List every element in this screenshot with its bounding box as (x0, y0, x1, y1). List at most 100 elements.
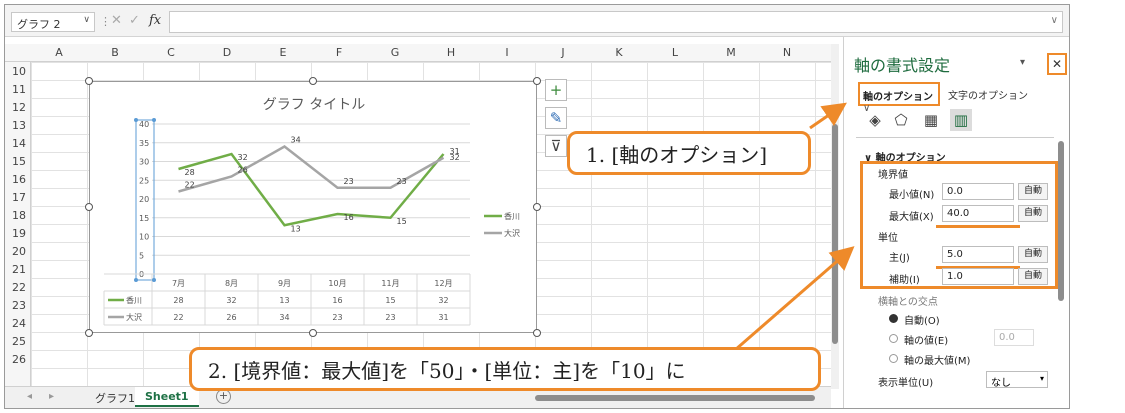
row-header[interactable]: 24 (5, 317, 29, 330)
callout-step2: 2. [境界値：最大値]を「50」・[単位：主]を「10」に (189, 347, 821, 391)
row-header[interactable]: 15 (5, 155, 29, 168)
separator-icon: ⋮ (100, 15, 111, 28)
expand-formula-icon[interactable]: ∨ (1051, 15, 1058, 26)
max-input[interactable]: 40.0 (942, 205, 1014, 222)
fill-line-icon[interactable]: ◈ (864, 109, 886, 131)
column-header[interactable]: C (143, 46, 199, 59)
enter-icon[interactable]: ✓ (129, 13, 140, 28)
row-header[interactable]: 23 (5, 299, 29, 312)
column-header[interactable]: N (759, 46, 815, 59)
pane-scroll-thumb[interactable] (1058, 141, 1064, 301)
row-header[interactable]: 13 (5, 119, 29, 132)
chart-filters-button[interactable]: ⊽ (545, 135, 567, 157)
chart-plot[interactable]: 05101520253035407月8月9月10月11月12月香川2832131… (90, 82, 538, 334)
row-header[interactable]: 20 (5, 245, 29, 258)
insert-function-icon[interactable]: fx (149, 13, 161, 28)
resize-handle[interactable] (85, 329, 93, 337)
data-label: 13 (291, 224, 301, 233)
format-axis-pane: 軸の書式設定 ▾ ✕ 軸のオプション ∨ 文字のオプション ◈ ⬠ ▦ ▥ ∨ … (843, 37, 1069, 408)
tab-axis-options[interactable]: 軸のオプション ∨ (858, 82, 940, 114)
column-header[interactable]: J (535, 46, 591, 59)
column-header[interactable]: E (255, 46, 311, 59)
table-cell: 34 (279, 313, 289, 322)
display-units-label: 表示単位(U) (878, 378, 934, 389)
row-header[interactable]: 12 (5, 101, 29, 114)
min-input[interactable]: 0.0 (942, 183, 1014, 200)
size-properties-icon[interactable]: ▦ (920, 109, 942, 131)
display-units-select[interactable]: なし ▾ (986, 371, 1048, 389)
radio-cross-auto[interactable] (889, 314, 898, 323)
major-input[interactable]: 5.0 (942, 246, 1014, 263)
major-auto-button[interactable]: 自動 (1018, 246, 1048, 263)
name-box-value: グラフ 2 (17, 18, 61, 31)
max-auto-button[interactable]: 自動 (1018, 205, 1048, 222)
effects-icon[interactable]: ⬠ (890, 109, 912, 131)
row-header[interactable]: 10 (5, 65, 29, 78)
row-header[interactable]: 19 (5, 227, 29, 240)
row-header[interactable]: 17 (5, 191, 29, 204)
column-header[interactable]: H (423, 46, 479, 59)
chart-area[interactable]: グラフ タイトル 05101520253035407月8月9月10月11月12月… (89, 81, 537, 333)
row-header[interactable]: 22 (5, 281, 29, 294)
next-sheet-icon[interactable]: ▸ (49, 391, 54, 402)
resize-handle[interactable] (309, 77, 317, 85)
column-header[interactable]: K (591, 46, 647, 59)
column-header[interactable]: B (87, 46, 143, 59)
column-header[interactable]: L (647, 46, 703, 59)
y-tick-label: 5 (139, 251, 144, 260)
radio-cross-value[interactable] (889, 334, 898, 343)
prev-sheet-icon[interactable]: ◂ (27, 391, 32, 402)
cross-max-label: 軸の最大値(M) (904, 356, 971, 367)
column-header[interactable]: M (703, 46, 759, 59)
resize-handle[interactable] (533, 77, 541, 85)
column-header[interactable]: I (479, 46, 535, 59)
formula-input[interactable]: ∨ (169, 11, 1063, 33)
row-header[interactable]: 18 (5, 209, 29, 222)
tab-text-options[interactable]: 文字のオプション (948, 87, 1028, 102)
chevron-down-icon[interactable]: ∨ (83, 15, 90, 25)
x-tick-label: 8月 (225, 279, 238, 288)
row-header[interactable]: 16 (5, 173, 29, 186)
row-header[interactable]: 21 (5, 263, 29, 276)
resize-handle[interactable] (85, 203, 93, 211)
add-sheet-icon[interactable]: + (216, 389, 231, 404)
minor-auto-button[interactable]: 自動 (1018, 268, 1048, 285)
min-auto-button[interactable]: 自動 (1018, 183, 1048, 200)
radio-cross-max[interactable] (889, 354, 898, 363)
horizontal-scroll-thumb[interactable] (535, 395, 815, 401)
sheet-tab-active[interactable]: Sheet1 (135, 387, 199, 407)
table-cell: 26 (226, 313, 236, 322)
cross-value-input[interactable]: 0.0 (994, 329, 1034, 346)
column-header[interactable]: D (199, 46, 255, 59)
chevron-down-icon: ▾ (1039, 374, 1044, 383)
minor-input[interactable]: 1.0 (942, 268, 1014, 285)
column-header[interactable]: F (311, 46, 367, 59)
formula-bar: グラフ 2 ∨ ⋮ ✕ ✓ fx ∨ (5, 5, 1069, 37)
table-cell: 31 (438, 313, 448, 322)
column-header[interactable]: A (31, 46, 87, 59)
cancel-icon[interactable]: ✕ (111, 13, 122, 28)
row-header[interactable]: 14 (5, 137, 29, 150)
name-box[interactable]: グラフ 2 ∨ (11, 12, 95, 32)
chart-elements-button[interactable]: + (545, 79, 567, 101)
chart-styles-button[interactable]: ✎ (545, 107, 567, 129)
vertical-scrollbar[interactable] (831, 44, 839, 389)
close-icon[interactable]: ✕ (1047, 53, 1067, 75)
table-series-name: 大沢 (126, 312, 142, 322)
min-label: 最小値(N) (889, 190, 935, 201)
table-cell: 22 (173, 313, 183, 322)
row-header[interactable]: 25 (5, 335, 29, 348)
row-header[interactable]: 26 (5, 353, 29, 366)
resize-handle[interactable] (309, 329, 317, 337)
resize-handle[interactable] (533, 329, 541, 337)
table-cell: 32 (226, 296, 236, 305)
pane-options-icon[interactable]: ▾ (1020, 57, 1025, 68)
resize-handle[interactable] (533, 203, 541, 211)
x-tick-label: 10月 (328, 279, 346, 288)
resize-handle[interactable] (85, 77, 93, 85)
column-header[interactable]: G (367, 46, 423, 59)
row-header[interactable]: 11 (5, 83, 29, 96)
scroll-thumb[interactable] (832, 124, 838, 344)
legend-label: 大沢 (504, 228, 520, 238)
axis-options-icon[interactable]: ▥ (950, 109, 972, 131)
